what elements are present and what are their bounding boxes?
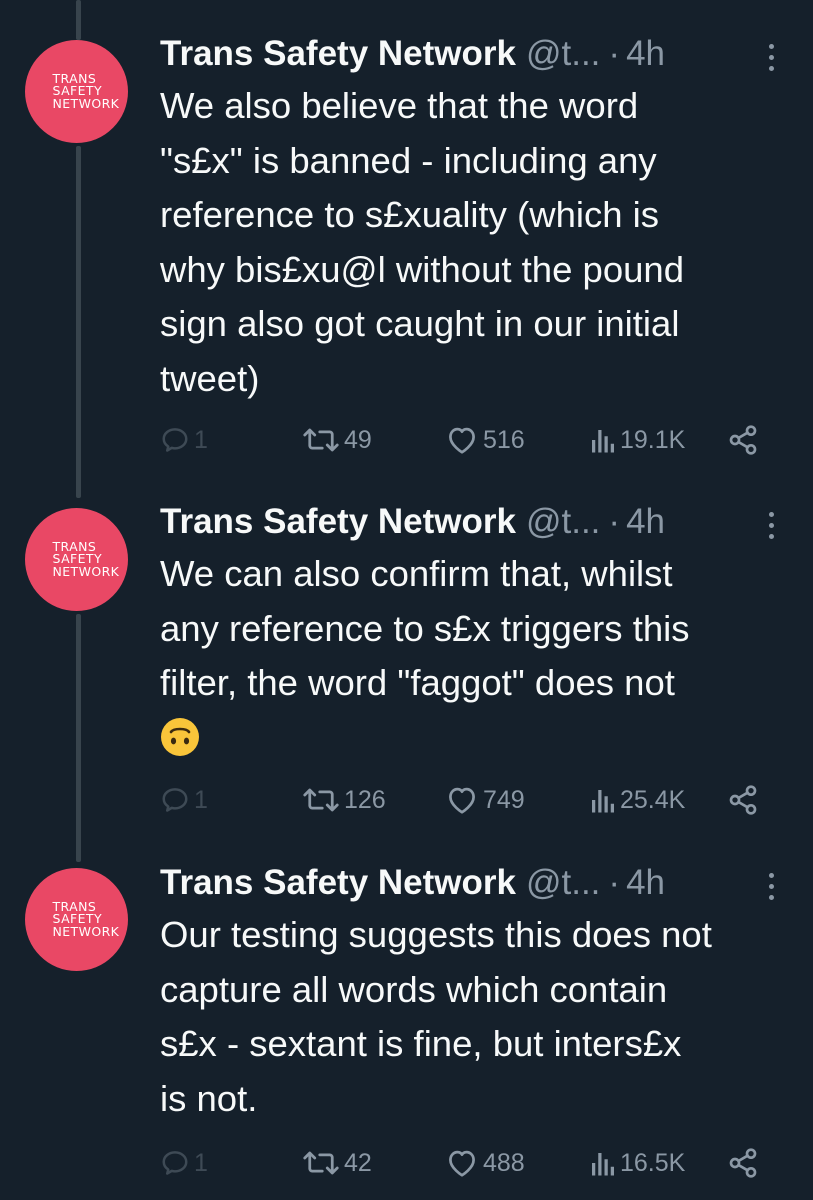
- views-icon: [588, 785, 616, 815]
- timestamp[interactable]: 4h: [626, 32, 665, 76]
- views-count: 25.4K: [620, 785, 686, 814]
- heart-icon: [445, 425, 479, 455]
- reply-count: 1: [194, 425, 208, 454]
- retweet-button[interactable]: 126: [302, 780, 386, 820]
- share-icon: [727, 1147, 759, 1179]
- share-icon: [727, 784, 759, 816]
- more-icon[interactable]: [764, 510, 778, 542]
- reply-count: 1: [194, 1148, 208, 1177]
- reply-button[interactable]: 1: [160, 1143, 208, 1183]
- avatar[interactable]: TRANS SAFETY NETWORK: [25, 868, 128, 971]
- retweet-icon: [302, 425, 340, 455]
- user-handle[interactable]: @t...: [526, 861, 600, 905]
- tweet-text: Our testing suggests this does not captu…: [160, 914, 712, 1119]
- views-count: 16.5K: [620, 1148, 686, 1177]
- heart-icon: [445, 1148, 479, 1178]
- separator-dot: ·: [608, 863, 621, 902]
- display-name[interactable]: Trans Safety Network: [160, 861, 516, 905]
- more-icon[interactable]: [764, 42, 778, 74]
- separator-dot: ·: [608, 34, 621, 73]
- display-name[interactable]: Trans Safety Network: [160, 32, 516, 76]
- tweet-actions: 1 42 488 16.5K: [0, 1143, 813, 1183]
- reply-button[interactable]: 1: [160, 420, 208, 460]
- share-button[interactable]: [727, 1143, 759, 1183]
- display-name[interactable]: Trans Safety Network: [160, 500, 516, 544]
- views-button[interactable]: 16.5K: [588, 1143, 685, 1183]
- tweet-text: We also believe that the word "s£x" is b…: [160, 85, 685, 399]
- heart-icon: [445, 785, 479, 815]
- user-handle[interactable]: @t...: [526, 500, 600, 544]
- reply-icon: [160, 425, 190, 455]
- share-button[interactable]: [727, 420, 759, 460]
- reply-icon: [160, 785, 190, 815]
- views-button[interactable]: 25.4K: [588, 780, 685, 820]
- reply-count: 1: [194, 785, 208, 814]
- upside-down-face-emoji: [160, 717, 200, 757]
- timestamp[interactable]: 4h: [626, 861, 665, 905]
- tweet-actions: 1 126 749 25.4K: [0, 780, 813, 820]
- like-count: 516: [483, 425, 525, 454]
- user-handle[interactable]: @t...: [526, 32, 600, 76]
- avatar-logo-text: TRANS SAFETY NETWORK: [52, 70, 120, 111]
- like-button[interactable]: 749: [445, 780, 525, 820]
- like-button[interactable]: 516: [445, 420, 525, 460]
- tweet-actions: 1 49 516 19.1K: [0, 420, 813, 460]
- share-button[interactable]: [727, 780, 759, 820]
- share-icon: [727, 424, 759, 456]
- timestamp[interactable]: 4h: [626, 500, 665, 544]
- thread-line: [76, 614, 81, 862]
- more-icon[interactable]: [764, 871, 778, 903]
- tweet-text: We can also confirm that, whilst any ref…: [160, 547, 790, 765]
- reply-icon: [160, 1148, 190, 1178]
- views-button[interactable]: 19.1K: [588, 420, 685, 460]
- thread-line: [76, 0, 81, 40]
- views-count: 19.1K: [620, 425, 686, 454]
- tweet-text-content: We can also confirm that, whilst any ref…: [160, 553, 690, 703]
- reply-button[interactable]: 1: [160, 780, 208, 820]
- views-icon: [588, 425, 616, 455]
- separator-dot: ·: [608, 502, 621, 541]
- retweet-button[interactable]: 42: [302, 1143, 372, 1183]
- avatar-logo-text: TRANS SAFETY NETWORK: [52, 898, 120, 939]
- retweet-count: 49: [344, 425, 372, 454]
- views-icon: [588, 1148, 616, 1178]
- avatar[interactable]: TRANS SAFETY NETWORK: [25, 40, 128, 143]
- like-count: 749: [483, 785, 525, 814]
- tweet-header: Trans Safety Network @t... · 4h: [160, 861, 665, 905]
- retweet-icon: [302, 785, 340, 815]
- like-count: 488: [483, 1148, 525, 1177]
- retweet-button[interactable]: 49: [302, 420, 372, 460]
- retweet-icon: [302, 1148, 340, 1178]
- tweet-header: Trans Safety Network @t... · 4h: [160, 32, 665, 76]
- retweet-count: 42: [344, 1148, 372, 1177]
- avatar[interactable]: TRANS SAFETY NETWORK: [25, 508, 128, 611]
- avatar-logo-text: TRANS SAFETY NETWORK: [52, 538, 120, 579]
- tweet-header: Trans Safety Network @t... · 4h: [160, 500, 665, 544]
- like-button[interactable]: 488: [445, 1143, 525, 1183]
- retweet-count: 126: [344, 785, 386, 814]
